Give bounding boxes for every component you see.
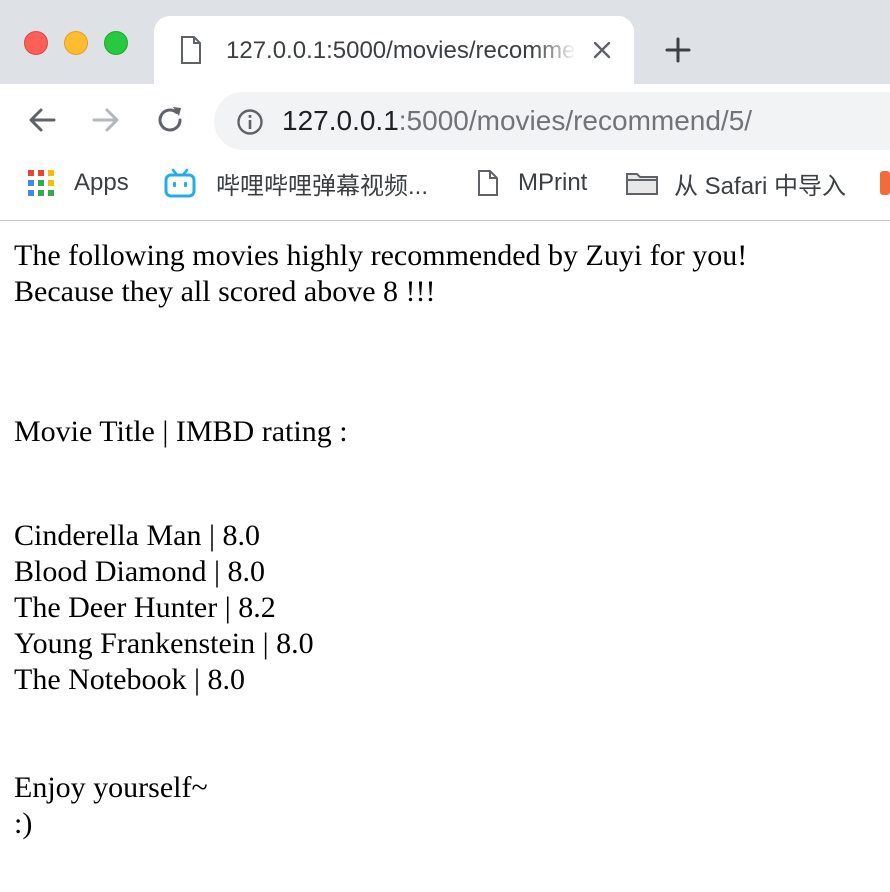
window-minimize-button[interactable] [64,31,88,55]
movie-row: Cinderella Man | 8.0 [14,518,884,554]
movie-rating: 8.0 [222,519,260,552]
url-host: 127.0.0.1 [282,105,399,136]
info-icon[interactable] [236,108,264,136]
bookmark-safari-import[interactable]: 从 Safari 中导入 [626,168,847,200]
separator: | [255,627,277,660]
movie-row: The Deer Hunter | 8.2 [14,590,884,626]
new-tab-button[interactable] [662,34,694,66]
bookmark-bilibili[interactable]: 哔哩哔哩弹幕视频... [164,168,429,200]
bookmark-label: 哔哩哔哩弹幕视频... [216,172,429,200]
movie-rating: 8.0 [207,663,245,696]
separator: | [206,555,228,588]
apps-grid-icon [28,170,54,196]
movie-rating: 8.0 [276,627,314,660]
movie-title: The Notebook [14,663,187,696]
forward-arrow-icon[interactable] [88,102,124,138]
intro-line-2: Because they all scored above 8 !!! [14,275,436,308]
movie-rating: 8.2 [238,591,276,624]
movie-rating: 8.0 [227,555,266,588]
intro-line-1: The following movies highly recommended … [14,239,748,272]
bilibili-icon [164,168,196,198]
page-icon [181,36,201,64]
bookmark-label: MPrint [518,169,588,196]
tab-strip: 127.0.0.1:5000/movies/recommend/5/ [0,0,890,84]
movie-row: Young Frankenstein | 8.0 [14,626,884,662]
bookmark-label: Apps [74,169,129,196]
outro-line-2: :) [14,807,33,840]
separator: | [186,663,208,696]
toolbar: 127.0.0.1:5000/movies/recommend/5/ [0,84,890,158]
bookmark-mprint[interactable]: MPrint [478,168,587,198]
movie-title: Blood Diamond [14,555,207,588]
bookmark-label: 从 Safari 中导入 [674,172,847,200]
separator: | [201,519,223,552]
document-icon [478,170,498,196]
window-maximize-button[interactable] [104,31,128,55]
folder-icon [626,173,658,195]
tab-close-icon[interactable] [590,38,614,62]
bookmark-apps[interactable]: Apps [28,168,129,198]
movie-title: Cinderella Man [14,519,202,552]
separator: | [217,591,239,624]
movie-title: Young Frankenstein [14,627,256,660]
url-text: 127.0.0.1:5000/movies/recommend/5/ [282,105,752,137]
back-arrow-icon[interactable] [24,102,60,138]
address-bar[interactable]: 127.0.0.1:5000/movies/recommend/5/ [214,92,890,150]
movie-row: The Notebook | 8.0 [14,662,884,698]
active-tab[interactable]: 127.0.0.1:5000/movies/recommend/5/ [154,16,634,84]
tab-title: 127.0.0.1:5000/movies/recommend/5/ [226,37,576,64]
reload-icon[interactable] [152,102,188,138]
bookmark-app-icon [880,171,890,195]
bookmark-overflow[interactable] [880,168,890,198]
movie-list: Cinderella Man | 8.0 Blood Diamond | 8.0… [14,518,884,698]
outro-line-1: Enjoy yourself~ [14,771,208,804]
movie-row: Blood Diamond | 8.0 [14,554,884,590]
page-content: The following movies highly recommended … [14,238,884,842]
bookmarks-bar: Apps 哔哩哔哩弹幕视频... MPrint 从 Safari 中导入 [0,158,890,221]
table-header: Movie Title | IMBD rating : [14,415,348,448]
window-close-button[interactable] [24,31,48,55]
url-path: :5000/movies/recommend/5/ [398,105,753,136]
movie-title: The Deer Hunter [14,591,218,624]
